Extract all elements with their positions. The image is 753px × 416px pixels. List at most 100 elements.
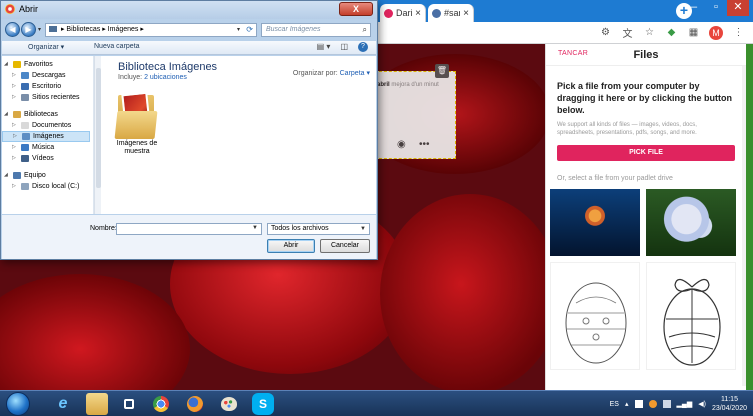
nav-item[interactable]: ▷ Vídeos xyxy=(2,153,54,164)
nav-item-label: Imágenes xyxy=(33,133,64,140)
clock[interactable]: 11:15 23/04/2020 xyxy=(712,395,747,413)
grid-icon[interactable]: ▦ xyxy=(687,27,700,38)
vlc-icon[interactable] xyxy=(118,393,140,415)
ie-icon[interactable]: e xyxy=(52,393,74,415)
nav-item-icon xyxy=(13,61,21,68)
new-folder-button[interactable]: Nueva carpeta xyxy=(94,43,140,50)
breadcrumb-imagenes[interactable]: Imágenes xyxy=(108,26,139,33)
dialog-toolbar: Organizar ▾ Nueva carpeta ▤ ▾ ◫ ? xyxy=(2,41,376,55)
refresh-icon[interactable]: ⟳ xyxy=(246,24,253,36)
folder-icon[interactable] xyxy=(114,91,158,139)
show-hidden-icons[interactable]: ▴ xyxy=(625,400,629,408)
organize-menu[interactable]: Organizar ▾ xyxy=(28,43,64,51)
breadcrumb-bibliotecas[interactable]: Bibliotecas xyxy=(66,26,100,33)
cancel-button[interactable]: Cancelar xyxy=(320,239,370,253)
maximize-icon[interactable]: ▫ xyxy=(705,0,727,16)
path-dropdown-icon[interactable]: ▾ xyxy=(237,24,240,36)
explorer-icon[interactable] xyxy=(86,393,108,415)
forward-icon[interactable]: ▶ xyxy=(21,22,36,37)
post-title[interactable]: abril mejora d'un minut xyxy=(377,82,439,88)
browser-tab[interactable]: #sar × xyxy=(428,4,474,22)
expand-arrow-icon[interactable]: ◢ xyxy=(4,59,10,70)
dialog-body: ◢ Favoritos ▷ Descargas ▷ Escritorio ▷ Sitios r… xyxy=(2,56,376,214)
extension-icon[interactable]: ◆ xyxy=(665,27,678,38)
tree-arrow-icon[interactable]: ▷ xyxy=(12,70,18,81)
tree-arrow-icon[interactable]: ▷ xyxy=(12,181,18,192)
chrome-icon[interactable] xyxy=(150,393,172,415)
nav-item[interactable]: ▷ Escritorio xyxy=(2,81,61,92)
nav-item-icon xyxy=(13,111,21,118)
dialog-titlebar[interactable]: Abrir X xyxy=(1,1,377,19)
easter-egg-thumbnail[interactable] xyxy=(550,262,640,370)
open-button[interactable]: Abrir xyxy=(267,239,315,253)
nav-item[interactable]: ◢ Favoritos xyxy=(2,59,53,70)
arrange-by-dropdown[interactable]: Carpeta ▾ xyxy=(340,70,370,77)
recent-locations-icon[interactable]: ▾ xyxy=(38,26,41,33)
bow-egg-thumbnail[interactable] xyxy=(646,262,736,370)
tab-close-icon[interactable]: × xyxy=(415,8,421,19)
wall-post-card[interactable]: 🗑 abril mejora d'un minut ◉ ••• xyxy=(374,64,456,159)
volume-icon[interactable]: ◀) xyxy=(698,400,706,408)
jellyfish-thumbnail[interactable] xyxy=(550,189,640,256)
help-icon[interactable]: ? xyxy=(358,42,368,52)
nav-item[interactable]: ▷ Documentos xyxy=(2,120,71,131)
skype-icon[interactable]: S xyxy=(252,393,274,415)
start-button[interactable] xyxy=(6,392,30,416)
close-window-icon[interactable]: ✕ xyxy=(727,0,749,16)
rose-image xyxy=(380,194,560,390)
nav-item-icon xyxy=(21,94,29,101)
file-type-select[interactable]: Todos los archivos ▼ xyxy=(267,223,370,235)
paint-icon[interactable] xyxy=(218,393,240,415)
minimize-icon[interactable]: – xyxy=(683,0,705,16)
nav-item[interactable]: ▷ Imágenes xyxy=(2,131,90,142)
filename-input[interactable]: ▼ xyxy=(116,223,262,235)
expand-arrow-icon[interactable]: ◢ xyxy=(4,109,10,120)
drop-instructions: Pick a file from your computer by draggi… xyxy=(557,81,733,115)
locations-link[interactable]: 2 ubicaciones xyxy=(144,74,187,81)
trash-icon[interactable]: 🗑 xyxy=(435,64,449,78)
close-panel-button[interactable]: TANCAR xyxy=(558,50,588,57)
nav-item[interactable]: ◢ Equipo xyxy=(2,170,46,181)
tree-arrow-icon[interactable]: ▷ xyxy=(12,142,18,153)
preview-pane-icon[interactable]: ◫ xyxy=(340,42,348,52)
flag-icon[interactable] xyxy=(634,400,643,408)
library-locations: Incluye: 2 ubicaciones xyxy=(118,74,187,81)
back-icon[interactable]: ◀ xyxy=(5,22,20,37)
language-indicator[interactable]: ES xyxy=(610,401,619,408)
star-icon[interactable]: ☆ xyxy=(643,27,656,38)
search-input[interactable]: Buscar Imágenes ⌕ xyxy=(261,23,371,37)
firefox-icon[interactable] xyxy=(184,393,206,415)
tree-arrow-icon[interactable]: ▷ xyxy=(12,153,18,164)
avatar[interactable]: M xyxy=(709,25,723,40)
nav-item[interactable]: ▷ Sitios recientes xyxy=(2,92,79,103)
expand-arrow-icon[interactable]: ◢ xyxy=(4,170,10,181)
path-breadcrumb[interactable]: ▸ Bibliotecas ▸ Imágenes ▸ ▾ ⟳ xyxy=(45,23,257,37)
settings-icon[interactable]: ⚙ xyxy=(599,27,612,38)
nav-item[interactable]: ▷ Música xyxy=(2,142,54,153)
nav-item[interactable]: ▷ Disco local (C:) xyxy=(2,181,79,192)
tree-arrow-icon[interactable]: ▷ xyxy=(12,81,18,92)
browser-tab[interactable]: Dari × xyxy=(380,4,426,22)
folder-label[interactable]: Imágenes de muestra xyxy=(108,140,166,156)
chevron-down-icon: ▼ xyxy=(360,226,366,232)
network-icon[interactable]: ▂▄▆ xyxy=(677,400,693,408)
hydrangea-thumbnail[interactable] xyxy=(646,189,736,256)
translate-icon[interactable]: 文 xyxy=(621,25,634,40)
pick-file-button[interactable]: PICK FILE xyxy=(557,145,735,161)
menu-icon[interactable]: ⋮ xyxy=(732,27,745,38)
nav-item[interactable]: ▷ Descargas xyxy=(2,70,65,81)
navigation-scrollbar[interactable] xyxy=(94,56,101,214)
tab-close-icon[interactable]: × xyxy=(463,8,469,19)
more-icon[interactable]: ••• xyxy=(419,139,430,150)
library-icon xyxy=(49,26,57,33)
view-options-icon[interactable]: ▤ ▾ xyxy=(317,42,331,52)
nav-item[interactable]: ◢ Bibliotecas xyxy=(2,109,58,120)
tree-arrow-icon[interactable]: ▷ xyxy=(12,92,18,103)
tree-arrow-icon[interactable]: ▷ xyxy=(12,120,18,131)
tree-arrow-icon[interactable]: ▷ xyxy=(13,131,19,142)
update-icon[interactable] xyxy=(648,400,657,408)
camera-icon[interactable]: ◉ xyxy=(397,139,406,150)
dialog-close-button[interactable]: X xyxy=(339,2,373,16)
display-icon[interactable] xyxy=(662,400,671,408)
chevron-down-icon[interactable]: ▼ xyxy=(252,225,258,231)
